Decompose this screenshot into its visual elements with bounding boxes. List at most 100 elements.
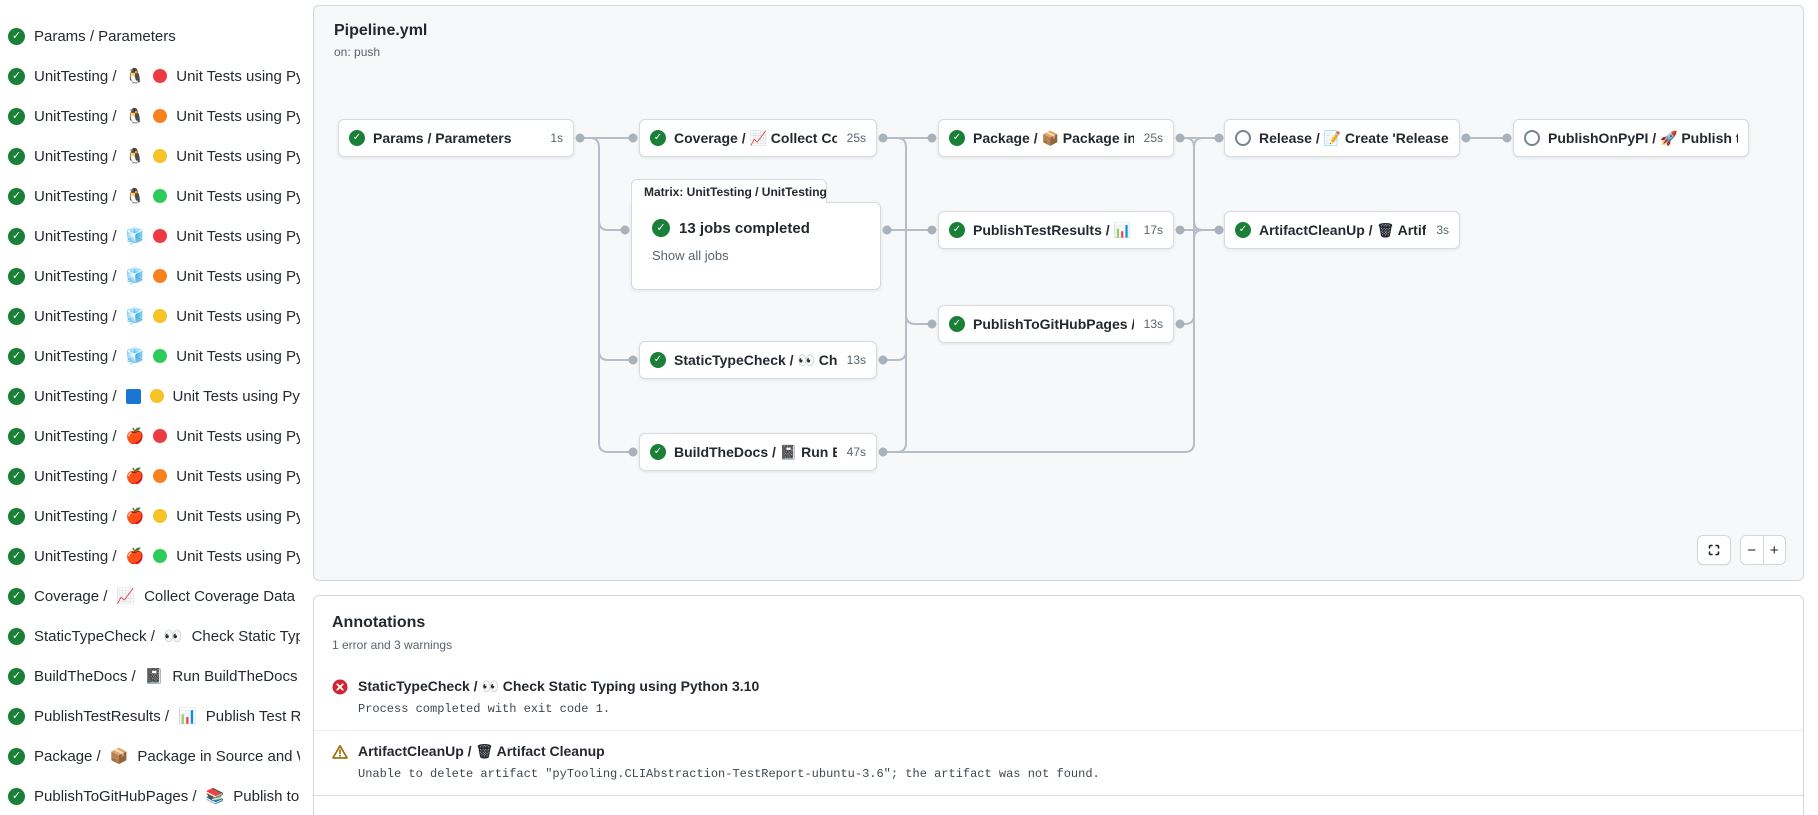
graph-node-publish-test-results[interactable]: ✓ PublishTestResults / 📊 Pu... 17s (938, 211, 1174, 249)
sidebar-job-description: Unit Tests using Pyth... (173, 388, 300, 405)
sidebar-job-item[interactable]: ✓ PublishToGitHubPages / 📚 Publish to G.… (8, 776, 300, 815)
annotation-message: Unable to delete artifact "pyTooling.CLI… (358, 767, 1785, 781)
os-square-icon (126, 389, 141, 404)
os-icon: 🐧 (126, 189, 145, 204)
os-icon: 🐧 (126, 109, 145, 124)
sidebar-job-item[interactable]: ✓ UnitTesting / 🐧 Unit Tests using Pyth.… (8, 136, 300, 176)
job-node-label: Package / 📦 Package in So... (973, 130, 1134, 147)
sidebar-job-item[interactable]: ✓ Coverage / 📈 Collect Coverage Data usi… (8, 576, 300, 616)
sidebar-job-item[interactable]: ✓ UnitTesting / 🧊 Unit Tests using Pyth.… (8, 256, 300, 296)
sidebar-job-name: StaticTypeCheck / (34, 628, 155, 645)
os-icon: 🍎 (126, 429, 145, 444)
sidebar-job-item[interactable]: ✓ Package / 📦 Package in Source and Wh..… (8, 736, 300, 776)
jobs-sidebar: ✓ Params / Parameters ✓ UnitTesting / 🐧 … (0, 0, 300, 815)
sidebar-job-description: Unit Tests using Pyth... (176, 348, 300, 365)
matrix-summary: 13 jobs completed (679, 220, 810, 237)
sidebar-job-item[interactable]: ✓ UnitTesting / 🐧 Unit Tests using Pyth.… (8, 56, 300, 96)
annotation-message: Process completed with exit code 1. (358, 702, 1785, 716)
matrix-group-unittesting[interactable]: ✓ 13 jobs completed Show all jobs (631, 202, 881, 290)
os-icon: 🐧 (126, 69, 145, 84)
sidebar-job-name: UnitTesting / (34, 268, 117, 285)
sidebar-job-item[interactable]: ✓ UnitTesting / 🐧 Unit Tests using Pyth.… (8, 96, 300, 136)
sidebar-job-description: Unit Tests using Pyth... (176, 468, 300, 485)
job-success-icon: ✓ (8, 148, 25, 165)
graph-node-layer: ✓ Params / Parameters 1s ✓ Coverage / 📈 … (314, 6, 1803, 580)
workflow-run-page: ✓ Params / Parameters ✓ UnitTesting / 🐧 … (0, 0, 1818, 815)
os-icon: 📈 (116, 589, 135, 604)
sidebar-job-description: Publish to G... (233, 788, 300, 805)
job-node-label: BuildTheDocs / 📓 Run Buil... (674, 444, 837, 461)
sidebar-job-description: Unit Tests using Pyth... (176, 428, 300, 445)
sidebar-job-name: Coverage / (34, 588, 107, 605)
python-version-dot (153, 229, 167, 243)
job-status-icon: ✓ (949, 130, 965, 146)
sidebar-job-item[interactable]: ✓ UnitTesting / 🍎 Unit Tests using Pyth.… (8, 416, 300, 456)
sidebar-job-description: Unit Tests using Pyth... (176, 308, 300, 325)
job-success-icon: ✓ (8, 388, 25, 405)
sidebar-job-item[interactable]: ✓ UnitTesting / Unit Tests using Pyth... (8, 376, 300, 416)
job-success-icon: ✓ (8, 588, 25, 605)
job-status-icon: ✓ (949, 316, 965, 332)
job-node-label: PublishOnPyPI / 🚀 Publish to ... (1548, 130, 1738, 147)
graph-node-coverage[interactable]: ✓ Coverage / 📈 Collect Cove... 25s (639, 119, 877, 157)
job-success-icon: ✓ (8, 108, 25, 125)
job-duration: 13s (847, 353, 866, 367)
sidebar-job-item[interactable]: ✓ PublishTestResults / 📊 Publish Test Re… (8, 696, 300, 736)
sidebar-job-description: Publish Test Resu... (206, 708, 300, 725)
job-success-icon: ✓ (8, 428, 25, 445)
sidebar-job-name: PublishToGitHubPages / (34, 788, 197, 805)
job-node-label: Coverage / 📈 Collect Cove... (674, 130, 837, 147)
annotation-item: ArtifactCleanUp / 🗑 Artifact Cleanup Una… (314, 730, 1803, 796)
job-success-icon: ✓ (8, 28, 25, 45)
sidebar-job-description: Unit Tests using Pyth... (176, 228, 300, 245)
graph-header: Pipeline.yml on: push (334, 22, 427, 59)
sidebar-job-item[interactable]: ✓ StaticTypeCheck / 👀 Check Static Typin… (8, 616, 300, 656)
sidebar-job-item[interactable]: ✓ UnitTesting / 🍎 Unit Tests using Pyth.… (8, 536, 300, 576)
python-version-dot (153, 349, 167, 363)
pipeline-title: Pipeline.yml (334, 22, 427, 40)
python-version-dot (153, 189, 167, 203)
os-icon: 👀 (164, 629, 183, 644)
os-icon: 🧊 (126, 229, 145, 244)
graph-node-release[interactable]: Release / 📝 Create 'Release P... (1224, 119, 1460, 157)
annotation-item: StaticTypeCheck / 👀 Check Static Typing … (314, 666, 1803, 730)
job-success-icon: ✓ (8, 468, 25, 485)
graph-node-package[interactable]: ✓ Package / 📦 Package in So... 25s (938, 119, 1174, 157)
sidebar-job-item[interactable]: ✓ Params / Parameters (8, 16, 300, 56)
sidebar-job-name: UnitTesting / (34, 308, 117, 325)
python-version-dot (153, 69, 167, 83)
sidebar-job-item[interactable]: ✓ UnitTesting / 🍎 Unit Tests using Pyth.… (8, 496, 300, 536)
os-icon: 🧊 (126, 269, 145, 284)
graph-node-static-type-check[interactable]: ✓ StaticTypeCheck / 👀 Chec... 13s (639, 341, 877, 379)
sidebar-job-item[interactable]: ✓ UnitTesting / 🍎 Unit Tests using Pyth.… (8, 456, 300, 496)
job-duration: 13s (1144, 317, 1163, 331)
zoom-in-button[interactable]: + (1764, 536, 1786, 564)
job-success-icon: ✓ (8, 508, 25, 525)
job-node-label: PublishTestResults / 📊 Pu... (973, 222, 1134, 239)
python-version-dot (153, 309, 167, 323)
sidebar-job-item[interactable]: ✓ BuildTheDocs / 📓 Run BuildTheDocs (8, 656, 300, 696)
sidebar-job-description: Collect Coverage Data usi... (144, 588, 300, 605)
graph-node-params[interactable]: ✓ Params / Parameters 1s (338, 119, 574, 157)
error-icon (332, 679, 348, 695)
job-success-icon: ✓ (8, 188, 25, 205)
annotations-panel: Annotations 1 error and 3 warnings Stati… (313, 595, 1804, 815)
show-all-jobs-link[interactable]: Show all jobs (652, 248, 729, 263)
graph-node-publish-on-pypi[interactable]: PublishOnPyPI / 🚀 Publish to ... (1513, 119, 1749, 157)
job-duration: 17s (1144, 223, 1163, 237)
os-icon: 🍎 (126, 469, 145, 484)
fullscreen-button[interactable] (1697, 535, 1731, 565)
sidebar-job-name: UnitTesting / (34, 468, 117, 485)
graph-node-publish-to-github-pages[interactable]: ✓ PublishToGitHubPages / 📚 ... 13s (938, 305, 1174, 343)
sidebar-job-description: Unit Tests using Pyth... (176, 508, 300, 525)
sidebar-job-item[interactable]: ✓ UnitTesting / 🧊 Unit Tests using Pyth.… (8, 216, 300, 256)
annotations-title: Annotations (332, 614, 1785, 632)
sidebar-job-item[interactable]: ✓ UnitTesting / 🧊 Unit Tests using Pyth.… (8, 296, 300, 336)
graph-node-build-the-docs[interactable]: ✓ BuildTheDocs / 📓 Run Buil... 47s (639, 433, 877, 471)
job-duration: 47s (847, 445, 866, 459)
sidebar-job-item[interactable]: ✓ UnitTesting / 🧊 Unit Tests using Pyth.… (8, 336, 300, 376)
sidebar-job-description: Unit Tests using Pyth... (176, 268, 300, 285)
sidebar-job-item[interactable]: ✓ UnitTesting / 🐧 Unit Tests using Pyth.… (8, 176, 300, 216)
graph-node-artifact-clean-up[interactable]: ✓ ArtifactCleanUp / 🗑 Artifac... 3s (1224, 211, 1460, 249)
zoom-out-button[interactable]: − (1741, 536, 1764, 564)
